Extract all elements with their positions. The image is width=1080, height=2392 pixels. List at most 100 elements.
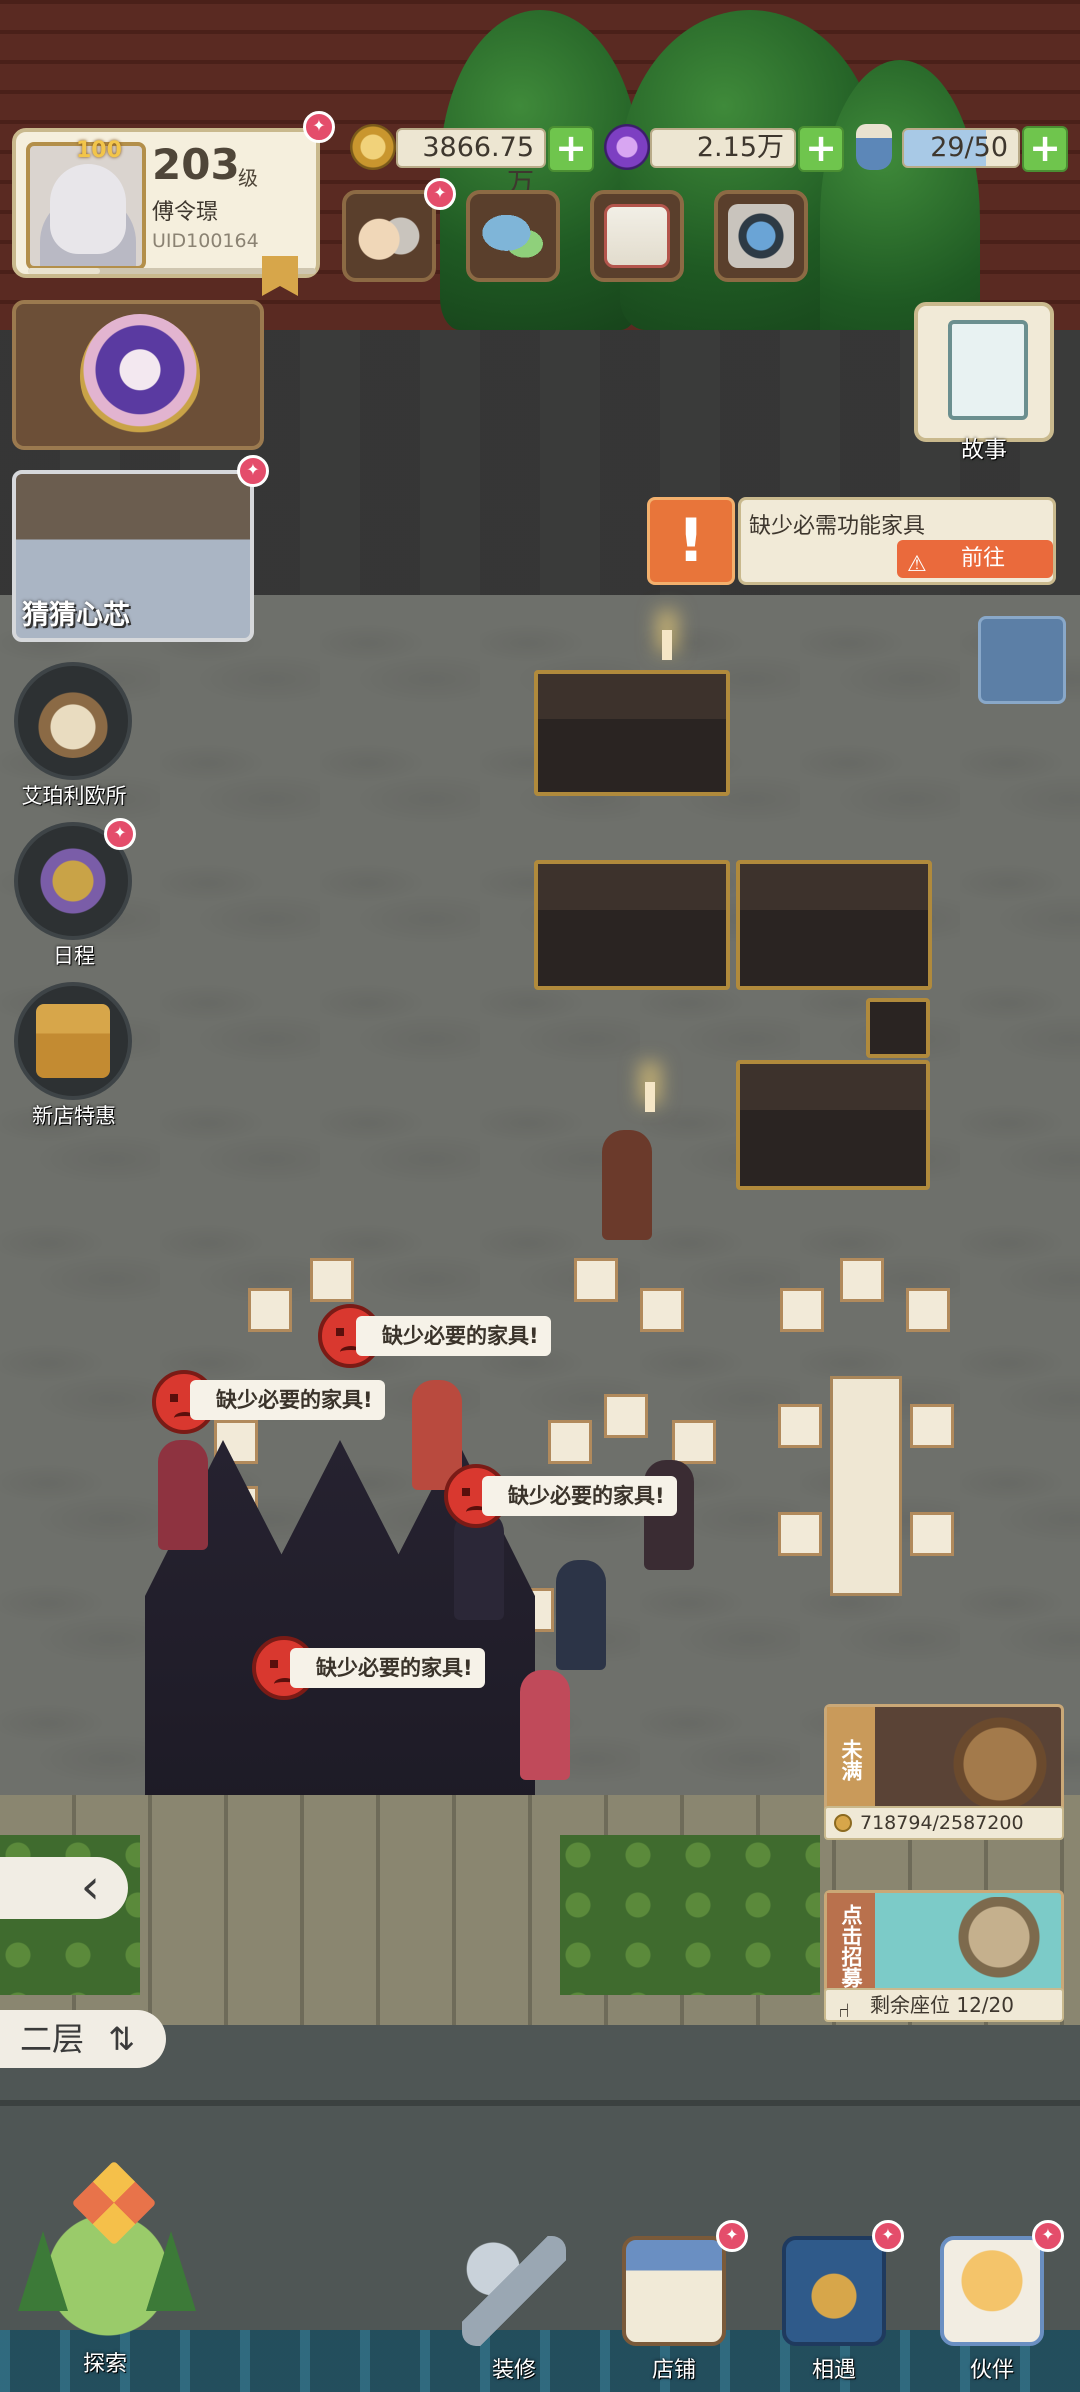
schedule-icon [36,844,110,918]
chair[interactable] [778,1512,822,1556]
candle [662,630,672,660]
drink-counter[interactable] [736,860,932,990]
chat-button[interactable] [466,190,560,282]
chair[interactable] [672,1420,716,1464]
customer[interactable] [520,1670,570,1780]
mail-icon [604,204,670,268]
floor-switch-button[interactable]: 二层 ⇅ [0,2010,166,2068]
player-name: 傅令璟 [152,200,219,225]
chair[interactable] [906,1288,950,1332]
add-coin-button[interactable]: + [548,126,594,172]
boss-panel[interactable]: 未满 [824,1704,1064,1816]
collapse-button[interactable]: ‹ [0,1857,128,1919]
bread-counter[interactable] [534,860,730,990]
potion-resource[interactable]: 29/50 + [856,124,1068,172]
cabinet[interactable] [866,998,930,1058]
go-button[interactable]: ⚠ 前往 [897,540,1053,578]
schedule-label: 日程 [53,944,95,968]
chef-character[interactable] [602,1130,652,1240]
guess-heart-label: 猜猜心芯 [22,600,130,631]
chair[interactable] [910,1512,954,1556]
complaint-bubble: 缺少必要的家具! [190,1380,385,1420]
encounter-button[interactable]: 相遇 [764,2230,904,2390]
gem-amount: 2.15万 [650,128,796,168]
camera-button[interactable] [714,190,808,282]
recruit-tag: 点击招募 [827,1893,875,1999]
service-bell-icon [949,1897,1049,1997]
warning-triangle-icon: ⚠ [907,552,927,577]
level-unit: 级 [238,166,258,190]
chair[interactable] [840,1258,884,1302]
new-shop-deal-label: 新店特惠 [32,1104,116,1128]
chair[interactable] [604,1394,648,1438]
complaint-bubble: 缺少必要的家具! [482,1476,677,1516]
complaint-bubble: 缺少必要的家具! [356,1316,551,1356]
long-table[interactable] [830,1376,902,1596]
encounter-icon [782,2236,886,2346]
alert-message: 缺少必需功能家具 [749,514,926,539]
story-book-icon [948,320,1028,420]
owl-icon [36,684,110,758]
customer[interactable] [158,1440,208,1550]
warning-icon [647,497,735,585]
coin-icon [350,124,396,170]
chair[interactable] [640,1288,684,1332]
shop-button[interactable]: 店铺 [604,2230,744,2390]
display-counter[interactable] [736,1060,930,1190]
detective-button[interactable] [14,662,132,780]
notification-dot: ✦ [303,111,335,143]
hammer-icon [462,2236,566,2346]
gem-resource[interactable]: 2.15万 + [604,124,846,172]
boss-progress-text: 718794/2587200 [860,1812,1024,1834]
garden [560,1835,820,1995]
customer[interactable] [556,1560,606,1670]
tree-of-life-button[interactable] [12,300,264,450]
gem-icon [604,124,650,170]
add-stamina-button[interactable]: + [1022,126,1068,172]
chair[interactable] [780,1288,824,1332]
recruit-panel[interactable]: 点击招募 [824,1890,1064,2002]
new-shop-deal-button[interactable] [14,982,132,1100]
cats-button[interactable] [342,190,436,282]
go-label: 前往 [961,546,1006,571]
shop-icon [622,2236,726,2346]
potion-icon [856,124,892,170]
blueprint-button[interactable] [978,616,1066,704]
chair[interactable] [574,1258,618,1302]
bar-counter[interactable] [534,670,730,796]
partner-button[interactable]: 伙伴 [922,2230,1062,2390]
detective-label: 艾珀利欧所 [21,784,127,808]
coin-resource[interactable]: 3866.75万 + [350,124,596,199]
notification-dot: ✦ [424,178,456,210]
guess-heart-button[interactable]: 猜猜心芯 [12,470,254,642]
gift-icon [36,1004,110,1078]
vip-badge: 100 [76,138,122,163]
tree [440,10,640,330]
explore-button[interactable]: 探索 [0,2155,210,2392]
missing-furniture-alert[interactable]: 缺少必需功能家具 ⚠ 前往 [738,497,1056,585]
explore-map-icon [10,2160,206,2351]
chair[interactable] [910,1404,954,1448]
notification-dot: ✦ [872,2220,904,2252]
cat-card-icon [940,2236,1044,2346]
chair[interactable] [310,1258,354,1302]
seat-counter: ⑁ 剩余座位 12/20 [824,1988,1064,2022]
tree-emblem-icon [80,314,200,438]
shop-label: 店铺 [651,2358,696,2383]
curb [0,2100,1080,2106]
switch-arrows-icon: ⇅ [108,2020,135,2058]
renovate-button[interactable]: 装修 [444,2230,584,2390]
mail-button[interactable] [590,190,684,282]
seats-text: 剩余座位 12/20 [870,1993,1014,2017]
story-button[interactable] [914,302,1054,442]
chair[interactable] [548,1420,592,1464]
xp-fill [28,268,100,274]
player-uid: UID100164 [152,230,259,252]
add-gem-button[interactable]: + [798,126,844,172]
chat-icon [480,204,546,268]
player-profile[interactable]: 100 203 级 傅令璟 UID100164 [12,128,320,278]
candle [645,1082,655,1112]
notification-dot: ✦ [237,455,269,487]
chair[interactable] [248,1288,292,1332]
chair[interactable] [778,1404,822,1448]
